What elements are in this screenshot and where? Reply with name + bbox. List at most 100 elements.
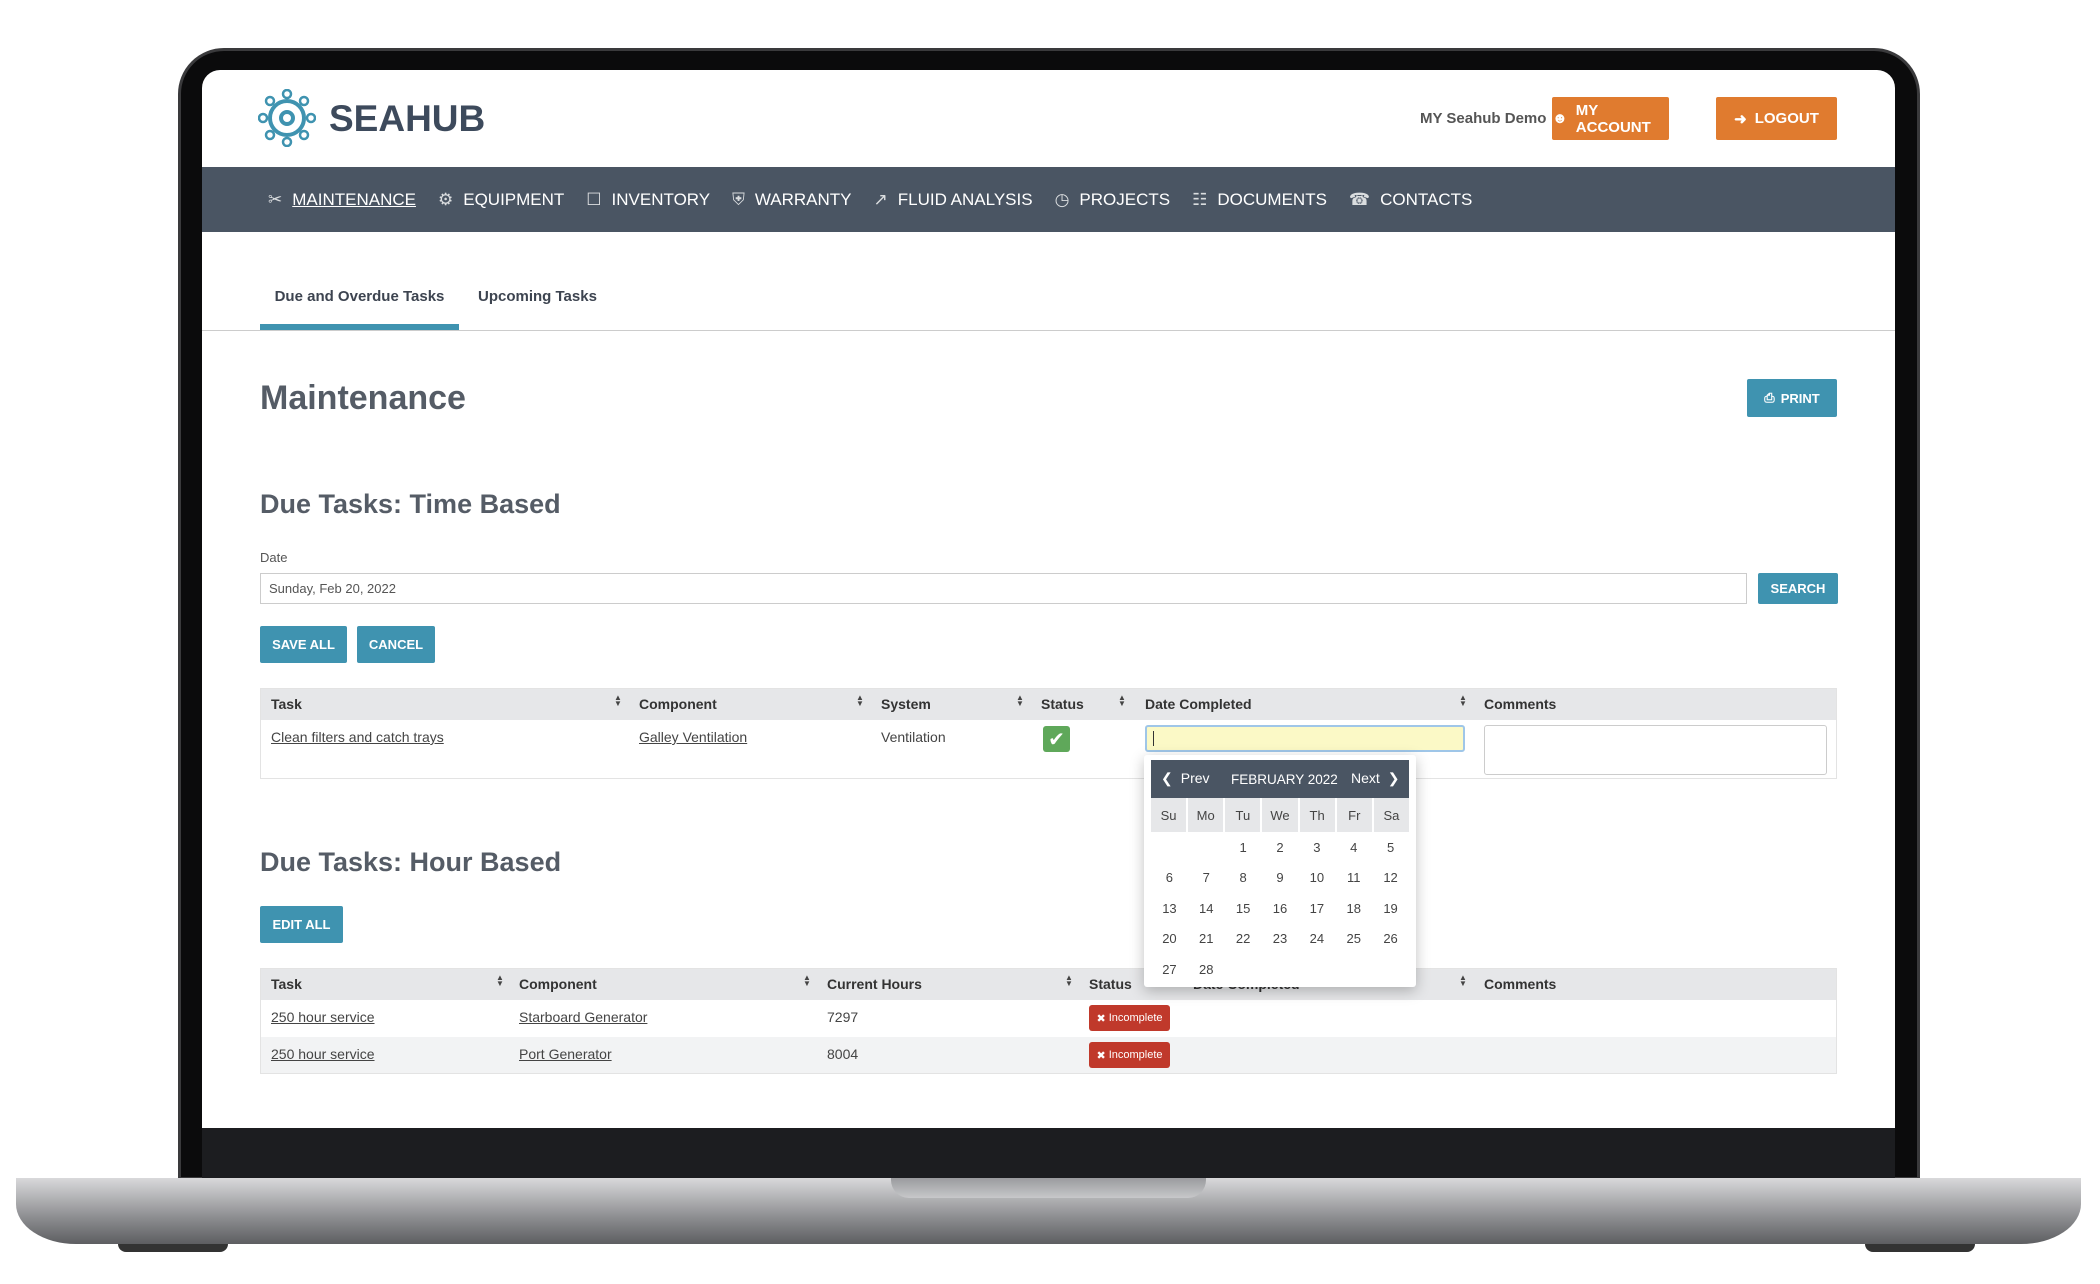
calendar-day[interactable]: 4 (1335, 832, 1372, 863)
calendar-day[interactable]: 5 (1372, 832, 1409, 863)
calendar-day[interactable]: 13 (1151, 893, 1188, 924)
nav-label: DOCUMENTS (1217, 189, 1327, 209)
laptop-notch (891, 1178, 1206, 1198)
calendar-day[interactable]: 11 (1335, 863, 1372, 894)
task-link[interactable]: 250 hour service (271, 1009, 375, 1025)
contacts-icon: ☎ (1348, 189, 1371, 209)
weekday-mo: Mo (1188, 798, 1224, 832)
col-current-hours[interactable]: Current Hours (827, 976, 922, 992)
calendar-day[interactable]: 3 (1298, 832, 1335, 863)
calendar-day[interactable]: 22 (1225, 924, 1262, 955)
system-value: Ventilation (881, 729, 946, 745)
sort-icon[interactable]: ▲ ▼ (1459, 974, 1467, 988)
calendar-day[interactable]: 14 (1188, 893, 1225, 924)
calendar-day[interactable]: 15 (1225, 893, 1262, 924)
weekday-tu: Tu (1225, 798, 1261, 832)
calendar-day[interactable]: 21 (1188, 924, 1225, 955)
sort-icon[interactable]: ▲ ▼ (614, 694, 622, 708)
task-link[interactable]: Clean filters and catch trays (271, 729, 444, 745)
calendar-day[interactable]: 9 (1262, 863, 1299, 894)
calendar-day[interactable]: 18 (1335, 893, 1372, 924)
nav-label: CONTACTS (1380, 189, 1473, 209)
status-label: Incomplete (1108, 1049, 1163, 1061)
calendar-day[interactable]: 17 (1298, 893, 1335, 924)
sort-icon[interactable]: ▲ ▼ (1118, 694, 1126, 708)
my-account-button[interactable]: ☻ MY ACCOUNT (1552, 97, 1669, 140)
tab-divider (202, 330, 1895, 331)
component-link[interactable]: Galley Ventilation (639, 729, 747, 745)
print-label: PRINT (1780, 390, 1820, 406)
col-task[interactable]: Task (271, 976, 302, 992)
search-button[interactable]: SEARCH (1758, 573, 1838, 604)
laptop-chin (202, 1128, 1895, 1178)
col-date-completed[interactable]: Date Completed (1145, 696, 1252, 712)
sort-icon[interactable]: ▲ ▼ (1065, 974, 1073, 988)
component-link[interactable]: Starboard Generator (519, 1009, 647, 1025)
calendar-day[interactable]: 19 (1372, 893, 1409, 924)
sort-icon[interactable]: ▲ ▼ (1459, 694, 1467, 708)
calendar-day[interactable]: 20 (1151, 924, 1188, 955)
calendar-day[interactable]: 24 (1298, 924, 1335, 955)
nav-item-fluid-analysis[interactable]: ↗ FLUID ANALYSIS (874, 190, 1033, 210)
calendar-day[interactable]: 1 (1225, 832, 1262, 863)
calendar-day[interactable]: 7 (1188, 863, 1225, 894)
task-link[interactable]: 250 hour service (271, 1046, 375, 1062)
col-task[interactable]: Task (271, 696, 302, 712)
calendar-day[interactable]: 2 (1262, 832, 1299, 863)
edit-all-button[interactable]: EDIT ALL (260, 906, 343, 943)
next-month-button[interactable]: Next ❯ (1351, 770, 1400, 787)
nav-item-contacts[interactable]: ☎ CONTACTS (1349, 190, 1472, 210)
logout-icon: ➜ (1734, 110, 1747, 128)
calendar-day[interactable]: 12 (1372, 863, 1409, 894)
date-input[interactable]: Sunday, Feb 20, 2022 (260, 573, 1747, 604)
sort-icon[interactable]: ▲ ▼ (856, 694, 864, 708)
status-checkbox[interactable]: ✔ (1043, 726, 1070, 752)
calendar-day[interactable]: 10 (1298, 863, 1335, 894)
component-link[interactable]: Port Generator (519, 1046, 612, 1062)
nav-item-warranty[interactable]: ⛨ WARRANTY (732, 190, 851, 210)
col-status[interactable]: Status (1089, 976, 1132, 992)
calendar-day[interactable]: 28 (1188, 954, 1225, 985)
print-button[interactable]: ⎙ PRINT (1747, 379, 1837, 417)
seahub-logo-icon[interactable] (258, 89, 316, 147)
col-system[interactable]: System (881, 696, 931, 712)
calendar-day[interactable]: 23 (1262, 924, 1299, 955)
calendar-day[interactable]: 27 (1151, 954, 1188, 985)
prev-month-button[interactable]: ❮ Prev (1161, 770, 1210, 787)
tab-due-overdue[interactable]: Due and Overdue Tasks (260, 288, 459, 305)
calendar-day[interactable]: 25 (1335, 924, 1372, 955)
brand-name[interactable]: SEAHUB (329, 98, 485, 140)
sort-icon[interactable]: ▲ ▼ (1016, 694, 1024, 708)
comments-textarea[interactable] (1484, 725, 1827, 775)
prev-label: Prev (1180, 770, 1210, 786)
sort-icon[interactable]: ▲ ▼ (496, 974, 504, 988)
hours-value: 7297 (827, 1009, 859, 1025)
weekday-we: We (1262, 798, 1298, 832)
user-icon: ☻ (1552, 110, 1568, 127)
nav-item-projects[interactable]: ◷ PROJECTS (1055, 190, 1171, 210)
cancel-button[interactable]: CANCEL (357, 626, 435, 663)
calendar-day[interactable]: 16 (1262, 893, 1299, 924)
nav-item-inventory[interactable]: ☐ INVENTORY (586, 190, 710, 210)
calendar-day[interactable]: 6 (1151, 863, 1188, 894)
nav-item-maintenance[interactable]: ✂ MAINTENANCE (268, 190, 416, 210)
sort-icon[interactable]: ▲ ▼ (803, 974, 811, 988)
calendar-day[interactable]: 26 (1372, 924, 1409, 955)
status-label: Incomplete (1108, 1012, 1163, 1024)
date-completed-input[interactable] (1145, 725, 1465, 752)
table-header: Task ▲ ▼ Component ▲ ▼ System ▲ ▼ Status ▲ ▼ Dat… (261, 689, 1836, 720)
calendar-day[interactable]: 8 (1225, 863, 1262, 894)
my-account-label: MY ACCOUNT (1575, 101, 1651, 136)
col-component[interactable]: Component (639, 696, 717, 712)
nav-item-equipment[interactable]: ⚙ EQUIPMENT (438, 190, 564, 210)
tab-upcoming[interactable]: Upcoming Tasks (478, 288, 597, 305)
logout-button[interactable]: ➜ LOGOUT (1716, 97, 1837, 140)
save-all-button[interactable]: SAVE ALL (260, 626, 347, 663)
nav-label: FLUID ANALYSIS (897, 189, 1033, 209)
tools-icon: ✂ (268, 189, 283, 209)
document-icon: ☷ (1192, 189, 1208, 209)
col-status[interactable]: Status (1041, 696, 1084, 712)
col-component[interactable]: Component (519, 976, 597, 992)
nav-item-documents[interactable]: ☷ DOCUMENTS (1192, 190, 1327, 210)
main-nav: ✂ MAINTENANCE ⚙ EQUIPMENT ☐ INVENTORY ⛨ WARRANT… (202, 167, 1895, 232)
